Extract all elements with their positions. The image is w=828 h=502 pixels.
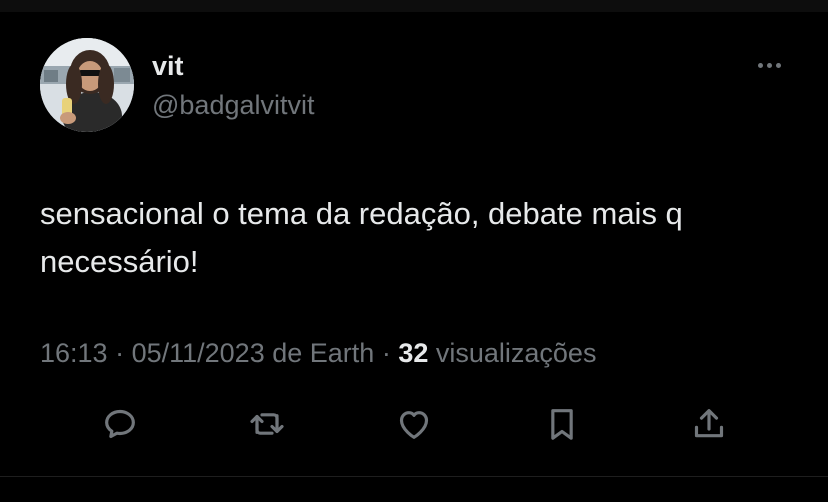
tweet-metadata: 16:13 · 05/11/2023 de Earth · 32 visuali…	[40, 336, 596, 370]
views-label: visualizações	[435, 338, 597, 368]
avatar-photo	[40, 38, 134, 132]
divider	[0, 476, 828, 477]
tweet-text: sensacional o tema da redação, debate ma…	[40, 196, 683, 279]
avatar[interactable]	[40, 38, 134, 132]
retweet-button[interactable]	[243, 400, 291, 448]
separator-dot: ·	[374, 338, 399, 368]
reply-icon	[105, 409, 135, 439]
like-icon	[399, 411, 429, 439]
share-icon	[694, 409, 724, 438]
bookmark-button[interactable]	[538, 400, 586, 448]
tweet-actions-bar	[0, 400, 828, 448]
reply-button[interactable]	[96, 400, 144, 448]
more-horizontal-icon-dot	[775, 62, 781, 68]
more-horizontal-icon	[757, 62, 763, 68]
tweet-source: de Earth	[272, 338, 375, 368]
views-count: 32	[398, 338, 429, 368]
top-bar	[0, 0, 828, 12]
more-horizontal-icon-dot	[766, 62, 772, 68]
share-button[interactable]	[685, 400, 733, 448]
retweet-icon	[250, 413, 284, 435]
like-button[interactable]	[390, 400, 438, 448]
tweet-date[interactable]: 05/11/2023	[132, 338, 265, 368]
separator-dot: ·	[107, 338, 132, 368]
author-name[interactable]: vit	[152, 50, 184, 82]
bookmark-icon	[551, 409, 573, 440]
author-handle[interactable]: @badgalvitvit	[152, 89, 315, 121]
more-options-button[interactable]	[750, 54, 788, 76]
tweet-time[interactable]: 16:13	[40, 338, 108, 368]
